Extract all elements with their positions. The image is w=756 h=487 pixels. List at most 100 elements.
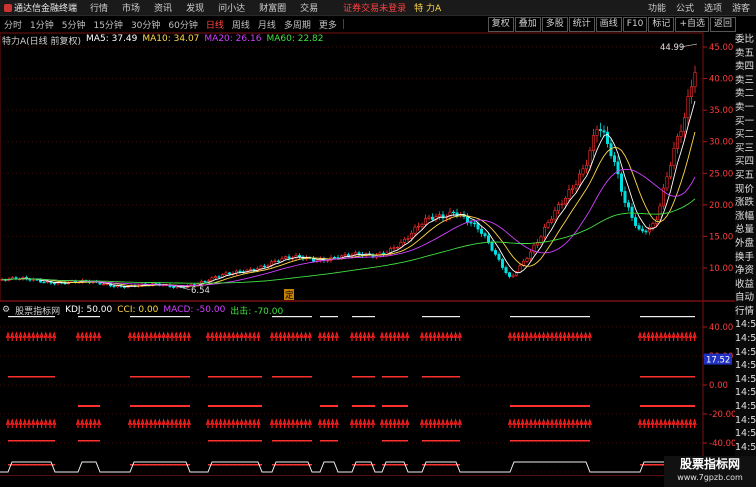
signal-arrow xyxy=(650,331,655,341)
signal-arrow xyxy=(299,331,304,341)
signal-arrow xyxy=(587,331,592,341)
signal-arrow xyxy=(303,418,308,428)
signal-arrow xyxy=(541,331,546,341)
signal-arrow xyxy=(52,331,57,341)
candle-up xyxy=(207,280,211,282)
candle-down xyxy=(112,285,116,288)
candle-up xyxy=(420,224,424,227)
signal-arrow xyxy=(235,331,240,341)
signal-arrow xyxy=(157,331,162,341)
signal-arrow xyxy=(570,418,576,428)
signal-arrow xyxy=(440,331,446,341)
signal-arrow xyxy=(583,331,588,341)
candle-up xyxy=(539,236,543,243)
signal-bar xyxy=(352,405,375,407)
watermark-url: www.7gpzb.com xyxy=(677,473,743,482)
signal-arrow xyxy=(405,331,410,341)
quote-panel-row: 收益 xyxy=(735,278,755,290)
signal-arrow xyxy=(161,331,166,341)
signal-arrow xyxy=(39,418,44,428)
signal-arrow xyxy=(562,331,567,341)
signal-arrow xyxy=(663,331,668,341)
signal-bar xyxy=(382,376,408,378)
candle-up xyxy=(402,238,406,243)
signal-arrow xyxy=(88,418,93,428)
signal-arrow xyxy=(174,418,179,428)
candle-up xyxy=(259,265,263,270)
signal-arrow xyxy=(453,331,458,341)
quote-panel-row: 委比 xyxy=(735,34,755,45)
signal-arrow xyxy=(549,331,555,341)
moving-average-lines xyxy=(1,100,696,288)
signal-arrow xyxy=(26,331,32,341)
signal-arrow xyxy=(165,418,170,428)
candle-down xyxy=(262,265,266,268)
candle-down xyxy=(276,260,280,263)
signal-bar xyxy=(510,316,590,318)
signal-arrow xyxy=(326,418,331,428)
signal-arrow xyxy=(566,418,571,428)
candle-up xyxy=(409,232,413,239)
chart-area[interactable]: 45.00 40.00 35.00 30.00 25.00 20.00 15.00 10.00… xyxy=(0,0,735,476)
signal-arrow xyxy=(226,418,232,428)
quote-panel-row: 买四 xyxy=(735,156,755,168)
candle-up xyxy=(584,165,588,170)
gear-icon[interactable]: ⚙ xyxy=(2,305,10,315)
lower-tick-label: 0.00 xyxy=(709,381,728,391)
candle-down xyxy=(626,202,630,208)
quote-panel-row: 换手 xyxy=(735,251,755,263)
signal-arrow xyxy=(153,331,158,341)
candle-up xyxy=(689,86,693,97)
signal-arrow xyxy=(269,418,275,428)
signal-arrow xyxy=(144,331,149,341)
candle-down xyxy=(238,270,242,273)
candle-down xyxy=(42,281,46,284)
signal-bar xyxy=(78,440,100,442)
signal-arrow xyxy=(436,418,441,428)
chuji-value: 出击: -70.00 xyxy=(230,306,284,317)
signal-arrow xyxy=(92,418,97,428)
signal-arrow xyxy=(512,418,517,428)
signal-arrow xyxy=(445,418,450,428)
quote-panel-row: 14:50 xyxy=(735,346,756,358)
candle-up xyxy=(273,260,277,263)
signal-arrow xyxy=(440,418,446,428)
quote-panel-row: 涨幅 xyxy=(735,210,755,222)
signal-bar xyxy=(8,376,55,378)
signal-arrow xyxy=(39,331,44,341)
signal-arrow xyxy=(658,418,664,428)
signal-arrow xyxy=(392,418,397,428)
signal-bar xyxy=(130,376,190,378)
candle-up xyxy=(693,72,697,88)
signal-arrow xyxy=(405,418,410,428)
quote-panel-row: 净资 xyxy=(735,265,755,277)
signal-bar xyxy=(130,405,190,407)
candle-down xyxy=(472,222,476,225)
signal-arrow xyxy=(252,418,257,428)
signal-arrow xyxy=(18,331,23,341)
signal-arrow xyxy=(10,331,15,341)
signal-bar xyxy=(352,316,375,318)
signal-arrow xyxy=(22,331,27,341)
signal-arrow xyxy=(512,331,517,341)
lower-tick-label: -40.00 xyxy=(709,439,735,449)
candle-down xyxy=(633,217,637,226)
lower-indicator-name[interactable]: 股票指标网 xyxy=(15,304,60,317)
signal-arrow xyxy=(239,418,244,428)
signal-arrow xyxy=(5,331,11,341)
candle-down xyxy=(486,235,490,243)
candle-down xyxy=(500,259,504,268)
quote-panel-row: 14:50 xyxy=(735,428,756,440)
candle-up xyxy=(102,283,106,286)
signal-arrow xyxy=(334,331,339,341)
signal-arrow xyxy=(400,418,406,428)
price-tick-label: 25.00 xyxy=(709,169,733,179)
signal-arrow xyxy=(47,418,53,428)
candle-up xyxy=(556,204,560,211)
signal-arrow xyxy=(96,331,102,341)
price-tick-label: 20.00 xyxy=(709,201,733,211)
signal-arrow xyxy=(583,418,588,428)
candle-down xyxy=(598,129,602,131)
candle-down xyxy=(602,130,606,133)
signal-arrow xyxy=(317,418,323,428)
